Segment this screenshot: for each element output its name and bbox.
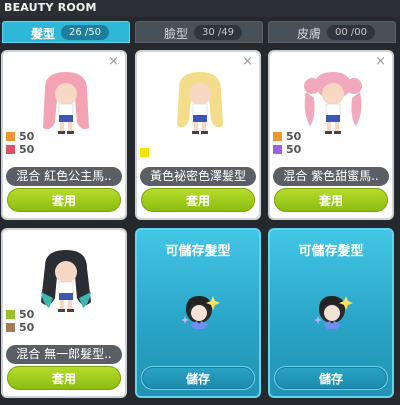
color-swatch — [6, 145, 15, 154]
hair-shape — [351, 92, 362, 126]
color-ratio: 50 — [19, 143, 35, 156]
window-title: BEAUTY ROOM — [4, 1, 97, 14]
tab-face-count: 30 /49 — [194, 25, 242, 40]
color-swatch — [6, 323, 15, 332]
save-button[interactable]: 儲存 — [141, 366, 255, 390]
tab-face[interactable]: 臉型 30 /49 — [135, 21, 263, 43]
close-icon[interactable]: × — [242, 54, 253, 69]
hair-card-4[interactable]: 50 50 混合 無一郎髮型.. 套用 — [1, 228, 127, 398]
empty-slot-1[interactable]: 可儲存髮型 儲存 — [135, 228, 261, 398]
title-bar[interactable]: BEAUTY ROOM — [0, 0, 400, 17]
hair-shape — [304, 92, 315, 126]
apply-button[interactable]: 套用 — [141, 188, 255, 212]
hair-name: 混合 紫色甜蜜馬.. — [273, 167, 389, 186]
color-mix: 50 50 — [273, 130, 301, 156]
color-mix: 50 50 — [6, 130, 34, 156]
tab-hair[interactable]: 髮型 26 /50 — [2, 21, 130, 43]
beauty-room-window: BEAUTY ROOM 髮型 26 /50 臉型 30 /49 皮膚 00 /0… — [0, 0, 400, 405]
apply-button[interactable]: 套用 — [7, 188, 121, 212]
color-swatch — [273, 132, 282, 141]
color-swatch — [140, 148, 149, 157]
empty-slot-title: 可儲存髮型 — [165, 244, 231, 259]
character-preview — [177, 72, 223, 134]
tab-skin-label: 皮膚 — [297, 27, 322, 41]
color-ratio: 50 — [19, 130, 35, 143]
color-ratio: 50 — [19, 321, 35, 334]
mystery-hair-icon — [181, 296, 220, 329]
hair-name: 混合 無一郎髮型.. — [6, 345, 122, 364]
mystery-hair-icon — [314, 296, 353, 329]
hair-shape — [346, 78, 362, 94]
tab-hair-count: 26 /50 — [61, 25, 109, 40]
character-preview — [43, 72, 89, 134]
hair-card-3[interactable]: × 50 50 混合 紫色甜蜜馬.. 套用 — [268, 50, 394, 220]
apply-button[interactable]: 套用 — [7, 366, 121, 390]
close-icon[interactable]: × — [108, 54, 119, 69]
color-mix: 50 50 — [6, 308, 34, 334]
tab-hair-label: 髮型 — [31, 27, 56, 41]
tab-skin[interactable]: 皮膚 00 /00 — [268, 21, 396, 43]
character-preview — [304, 72, 362, 134]
hair-name: 混合 紅色公主馬.. — [6, 167, 122, 186]
empty-slot-title: 可儲存髮型 — [298, 244, 364, 259]
color-swatch — [6, 132, 15, 141]
hair-name: 黃色袐密色澤髮型 — [140, 167, 256, 186]
color-ratio: 50 — [286, 130, 302, 143]
empty-slot-2[interactable]: 可儲存髮型 儲存 — [268, 228, 394, 398]
color-swatch — [6, 310, 15, 319]
color-ratio: 50 — [286, 143, 302, 156]
hair-shape — [304, 78, 320, 94]
color-swatch — [273, 145, 282, 154]
apply-button[interactable]: 套用 — [274, 188, 388, 212]
tab-face-label: 臉型 — [164, 27, 189, 41]
character-preview — [41, 250, 91, 312]
hair-card-2[interactable]: × 黃色袐密色澤髮型 套用 — [135, 50, 261, 220]
hair-card-1[interactable]: × 50 50 混合 紅色公主馬.. 套用 — [1, 50, 127, 220]
color-ratio: 50 — [19, 308, 35, 321]
save-button[interactable]: 儲存 — [274, 366, 388, 390]
color-mix — [140, 146, 153, 159]
close-icon[interactable]: × — [375, 54, 386, 69]
tab-skin-count: 00 /00 — [327, 25, 375, 40]
